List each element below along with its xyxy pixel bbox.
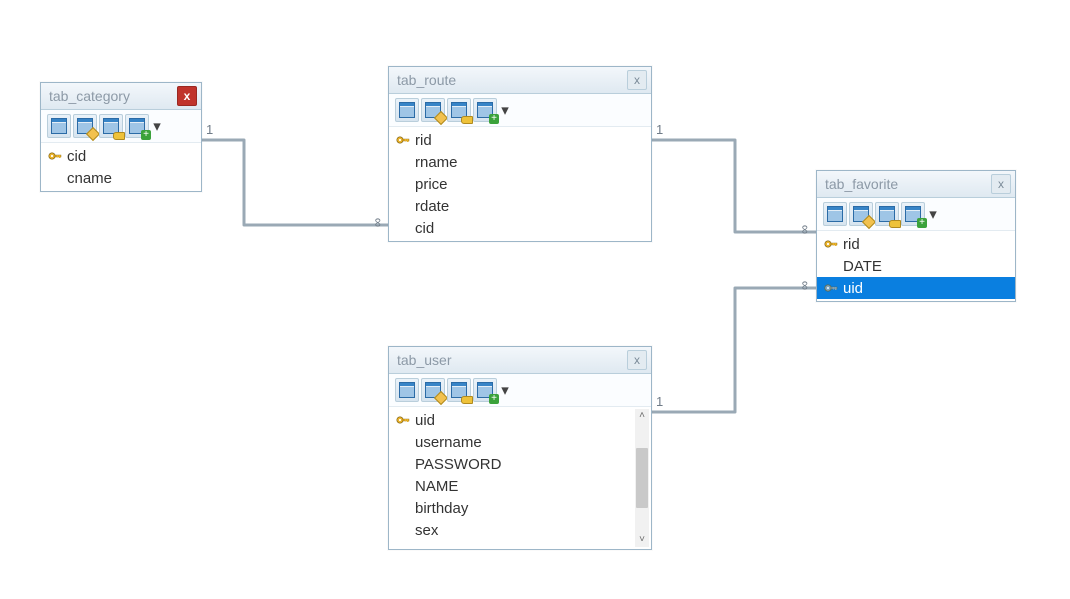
cardinality-label: ∞ bbox=[798, 225, 813, 234]
cardinality-label: 1 bbox=[206, 122, 213, 137]
chevron-down-icon[interactable]: ▾ bbox=[927, 205, 939, 223]
close-icon[interactable]: x bbox=[991, 174, 1011, 194]
close-icon[interactable]: x bbox=[177, 86, 197, 106]
field-row[interactable]: uid bbox=[817, 277, 1015, 299]
field-row[interactable]: DATE bbox=[817, 255, 1015, 277]
table-add-icon[interactable]: + bbox=[473, 378, 497, 402]
field-name: rdate bbox=[415, 198, 449, 215]
table-add-icon[interactable]: + bbox=[473, 98, 497, 122]
cardinality-label: 1 bbox=[656, 122, 663, 137]
table-titlebar[interactable]: tab_user x bbox=[389, 347, 651, 374]
field-list: cid cname bbox=[41, 143, 201, 191]
cardinality-label: 1 bbox=[656, 394, 663, 409]
field-list: uidusernamePASSWORDNAMEbirthdaysex˄˅ bbox=[389, 407, 651, 549]
table-title: tab_favorite bbox=[825, 176, 898, 192]
field-name: birthday bbox=[415, 500, 468, 517]
field-row[interactable]: birthday bbox=[389, 497, 633, 519]
field-row[interactable]: PASSWORD bbox=[389, 453, 633, 475]
primary-key-icon bbox=[395, 132, 411, 148]
close-icon[interactable]: x bbox=[627, 350, 647, 370]
table-title: tab_route bbox=[397, 72, 456, 88]
field-name: uid bbox=[415, 412, 435, 429]
scrollbar-thumb[interactable] bbox=[636, 448, 648, 508]
vertical-scrollbar[interactable]: ˄˅ bbox=[635, 409, 649, 547]
table-tool-icon[interactable] bbox=[823, 202, 847, 226]
field-list: rid DATE uid bbox=[817, 231, 1015, 301]
table-key-icon[interactable] bbox=[447, 98, 471, 122]
field-name: NAME bbox=[415, 478, 458, 495]
table-tool-icon[interactable] bbox=[395, 98, 419, 122]
field-name: price bbox=[415, 176, 448, 193]
field-row[interactable]: cid bbox=[389, 217, 651, 239]
scroll-down-icon[interactable]: ˅ bbox=[639, 533, 645, 547]
table-toolbar: + ▾ bbox=[389, 374, 651, 407]
field-row[interactable]: uid bbox=[389, 409, 633, 431]
field-name: uid bbox=[843, 280, 863, 297]
erd-canvas: 1 ∞ 1 ∞ 1 ∞ tab_category x + ▾ cidcname … bbox=[0, 0, 1070, 599]
chevron-down-icon[interactable]: ▾ bbox=[499, 101, 511, 119]
field-row[interactable]: NAME bbox=[389, 475, 633, 497]
table-edit-icon[interactable] bbox=[421, 378, 445, 402]
foreign-key-icon bbox=[823, 280, 839, 296]
field-name: cid bbox=[67, 148, 86, 165]
field-name: sex bbox=[415, 522, 438, 539]
primary-key-icon bbox=[47, 148, 63, 164]
table-key-icon[interactable] bbox=[875, 202, 899, 226]
field-name: cname bbox=[67, 170, 112, 187]
cardinality-label: ∞ bbox=[371, 218, 386, 227]
field-name: rname bbox=[415, 154, 458, 171]
field-row[interactable]: rid bbox=[817, 233, 1015, 255]
table-add-icon[interactable]: + bbox=[901, 202, 925, 226]
table-route[interactable]: tab_route x + ▾ rid rname price rdate cid bbox=[388, 66, 652, 242]
field-row[interactable]: rid bbox=[389, 129, 651, 151]
table-title: tab_category bbox=[49, 88, 130, 104]
field-row[interactable]: rdate bbox=[389, 195, 651, 217]
chevron-down-icon[interactable]: ▾ bbox=[499, 381, 511, 399]
field-row[interactable]: cname bbox=[41, 167, 201, 189]
table-tool-icon[interactable] bbox=[47, 114, 71, 138]
field-list: rid rname price rdate cid bbox=[389, 127, 651, 241]
table-edit-icon[interactable] bbox=[421, 98, 445, 122]
table-titlebar[interactable]: tab_favorite x bbox=[817, 171, 1015, 198]
field-row[interactable]: price bbox=[389, 173, 651, 195]
field-row[interactable]: sex bbox=[389, 519, 633, 541]
table-edit-icon[interactable] bbox=[73, 114, 97, 138]
table-title: tab_user bbox=[397, 352, 451, 368]
field-name: rid bbox=[843, 236, 860, 253]
table-key-icon[interactable] bbox=[447, 378, 471, 402]
primary-key-icon bbox=[395, 412, 411, 428]
scroll-up-icon[interactable]: ˄ bbox=[639, 409, 645, 423]
table-user[interactable]: tab_user x + ▾ uid username PASSWORD NAME bi… bbox=[388, 346, 652, 550]
chevron-down-icon[interactable]: ▾ bbox=[151, 117, 163, 135]
field-row[interactable]: username bbox=[389, 431, 633, 453]
table-titlebar[interactable]: tab_category x bbox=[41, 83, 201, 110]
cardinality-label: ∞ bbox=[798, 281, 813, 290]
field-name: username bbox=[415, 434, 482, 451]
table-favorite[interactable]: tab_favorite x + ▾ rid DATE uid bbox=[816, 170, 1016, 302]
table-edit-icon[interactable] bbox=[849, 202, 873, 226]
field-name: PASSWORD bbox=[415, 456, 501, 473]
table-toolbar: + ▾ bbox=[389, 94, 651, 127]
close-icon[interactable]: x bbox=[627, 70, 647, 90]
primary-key-icon bbox=[823, 236, 839, 252]
field-row[interactable]: rname bbox=[389, 151, 651, 173]
field-name: cid bbox=[415, 220, 434, 237]
table-tool-icon[interactable] bbox=[395, 378, 419, 402]
table-key-icon[interactable] bbox=[99, 114, 123, 138]
field-name: rid bbox=[415, 132, 432, 149]
table-toolbar: + ▾ bbox=[41, 110, 201, 143]
field-row[interactable]: cid bbox=[41, 145, 201, 167]
table-toolbar: + ▾ bbox=[817, 198, 1015, 231]
field-name: DATE bbox=[843, 258, 882, 275]
table-titlebar[interactable]: tab_route x bbox=[389, 67, 651, 94]
table-category[interactable]: tab_category x + ▾ cid cname bbox=[40, 82, 202, 192]
table-add-icon[interactable]: + bbox=[125, 114, 149, 138]
